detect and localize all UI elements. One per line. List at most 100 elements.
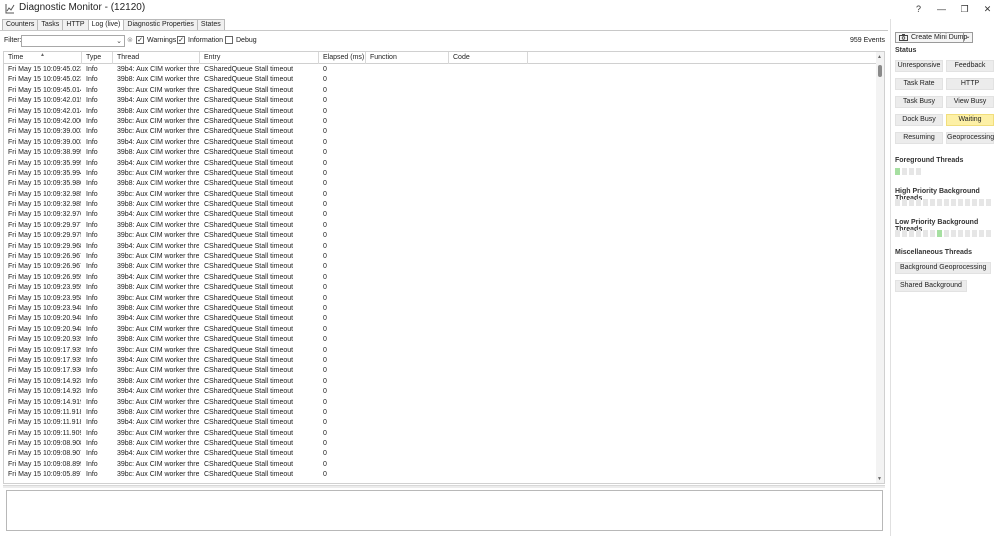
code-cell [449, 86, 527, 96]
table-row[interactable]: Fri May 15 10:09:20.948 Info 39b4: Aux CIM… [4, 314, 878, 324]
type-cell: Info [86, 325, 98, 333]
table-row[interactable]: Fri May 15 10:09:17.930 Info 39bc: Aux CIM… [4, 366, 878, 376]
scroll-down-icon[interactable]: ▼ [877, 476, 882, 482]
debug-check-box[interactable] [225, 36, 233, 44]
warnings-checkbox[interactable]: ✓ Warnings [136, 36, 176, 44]
table-row[interactable]: Fri May 15 10:09:45.023 Info 39b4: Aux CIM… [4, 65, 878, 75]
table-row[interactable]: Fri May 15 10:09:11.918 Info 39b4: Aux CIM… [4, 418, 878, 428]
table-row[interactable]: Fri May 15 10:09:39.003 Info 39bc: Aux CIM… [4, 127, 878, 137]
table-row[interactable]: Fri May 15 10:09:05.897 Info 39bc: Aux CIM… [4, 470, 878, 480]
chevron-down-icon[interactable]: ⌄ [963, 33, 972, 42]
close-button[interactable]: ✕ [976, 0, 999, 18]
information-check-box[interactable]: ✓ [177, 36, 185, 44]
table-row[interactable]: Fri May 15 10:09:26.967 Info 39bc: Aux CIM… [4, 252, 878, 262]
table-row[interactable]: Fri May 15 10:09:42.015 Info 39b4: Aux CIM… [4, 96, 878, 106]
table-row[interactable]: Fri May 15 10:09:26.959 Info 39b4: Aux CIM… [4, 273, 878, 283]
column-header-function[interactable]: Function [366, 52, 449, 64]
time-cell: Fri May 15 10:09:38.995 [8, 149, 81, 157]
column-header-entry[interactable]: Entry [200, 52, 319, 64]
table-row[interactable]: Fri May 15 10:09:45.023 Info 39b8: Aux CIM… [4, 75, 878, 85]
information-checkbox[interactable]: ✓ Information [177, 36, 223, 44]
status-view-busy-button[interactable]: View Busy [946, 96, 994, 108]
time-cell: Fri May 15 10:09:11.918 [8, 419, 81, 427]
table-row[interactable]: Fri May 15 10:09:23.958 Info 39bc: Aux CIM… [4, 294, 878, 304]
table-row[interactable]: Fri May 15 10:09:29.968 Info 39b4: Aux CIM… [4, 242, 878, 252]
table-row[interactable]: Fri May 15 10:09:32.976 Info 39b4: Aux CIM… [4, 210, 878, 220]
filter-label: Filter: [4, 37, 22, 44]
status-task-rate-button[interactable]: Task Rate [895, 78, 943, 90]
misc-threads-title: Miscellaneous Threads [895, 249, 973, 256]
table-row[interactable]: Fri May 15 10:09:35.995 Info 39b4: Aux CIM… [4, 159, 878, 169]
type-cell: Info [86, 294, 98, 302]
high-priority-thread-indicator [909, 199, 914, 206]
table-row[interactable]: Fri May 15 10:09:14.928 Info 39b8: Aux CIM… [4, 377, 878, 387]
table-row[interactable]: Fri May 15 10:09:20.948 Info 39bc: Aux CIM… [4, 325, 878, 335]
table-row[interactable]: Fri May 15 10:09:14.919 Info 39bc: Aux CIM… [4, 398, 878, 408]
time-cell: Fri May 15 10:09:45.023 [8, 66, 81, 73]
restore-button[interactable]: ❐ [953, 0, 976, 18]
status-task-busy-button[interactable]: Task Busy [895, 96, 943, 108]
elapsed-cell: 0 [323, 128, 327, 136]
debug-checkbox[interactable]: Debug [225, 36, 257, 44]
help-button[interactable]: ? [907, 0, 930, 18]
warnings-check-box[interactable]: ✓ [136, 36, 144, 44]
elapsed-cell: 0 [323, 221, 327, 229]
clear-filter-icon[interactable]: ⊗ [127, 36, 133, 44]
table-row[interactable]: Fri May 15 10:09:08.908 Info 39b8: Aux CIM… [4, 439, 878, 449]
table-row[interactable]: Fri May 15 10:09:26.967 Info 39b8: Aux CIM… [4, 262, 878, 272]
column-header-elapsed[interactable]: Elapsed (ms) [319, 52, 366, 64]
table-row[interactable]: Fri May 15 10:09:17.939 Info 39bc: Aux CIM… [4, 346, 878, 356]
shared-background-button[interactable]: Shared Background [895, 280, 967, 292]
table-row[interactable]: Fri May 15 10:09:42.006 Info 39bc: Aux CIM… [4, 117, 878, 127]
table-row[interactable]: Fri May 15 10:09:14.928 Info 39b4: Aux CIM… [4, 387, 878, 397]
table-row[interactable]: Fri May 15 10:09:38.995 Info 39b8: Aux CIM… [4, 148, 878, 158]
elapsed-cell: 0 [323, 273, 327, 281]
table-row[interactable]: Fri May 15 10:09:23.959 Info 39b8: Aux CIM… [4, 283, 878, 293]
status-waiting-button[interactable]: Waiting [946, 114, 994, 126]
time-cell: Fri May 15 10:09:17.930 [8, 367, 81, 375]
table-row[interactable]: Fri May 15 10:09:29.975 Info 39bc: Aux CIM… [4, 231, 878, 241]
table-row[interactable]: Fri May 15 10:09:39.003 Info 39b4: Aux CIM… [4, 138, 878, 148]
type-cell: Info [86, 450, 98, 458]
table-row[interactable]: Fri May 15 10:09:17.939 Info 39b4: Aux CIM… [4, 356, 878, 366]
table-row[interactable]: Fri May 15 10:09:23.948 Info 39b8: Aux CIM… [4, 304, 878, 314]
entry-cell: CSharedQueue Stall timeout [204, 190, 294, 198]
status-geoprocessing-button[interactable]: Geoprocessing [946, 132, 994, 144]
pane-splitter[interactable] [3, 485, 885, 488]
background-geoprocessing-button[interactable]: Background Geoprocessing [895, 262, 992, 274]
create-mini-dump-button[interactable]: Create Mini Dump ⌄ [895, 32, 973, 43]
table-row[interactable]: Fri May 15 10:09:11.918 Info 39b8: Aux CIM… [4, 408, 878, 418]
table-row[interactable]: Fri May 15 10:09:11.909 Info 39bc: Aux CIM… [4, 429, 878, 439]
table-row[interactable]: Fri May 15 10:09:08.907 Info 39b4: Aux CIM… [4, 449, 878, 459]
minimize-button[interactable]: — [930, 0, 953, 18]
column-header-type[interactable]: Type [82, 52, 113, 64]
type-cell: Info [86, 346, 98, 354]
table-row[interactable]: Fri May 15 10:09:32.985 Info 39b8: Aux CIM… [4, 200, 878, 210]
function-cell [366, 273, 448, 283]
status-feedback-button[interactable]: Feedback [946, 60, 994, 72]
column-header-thread[interactable]: Thread [113, 52, 200, 64]
table-row[interactable]: Fri May 15 10:09:42.014 Info 39b8: Aux CIM… [4, 107, 878, 117]
column-header-code[interactable]: Code [449, 52, 528, 64]
filter-dropdown[interactable]: ⌄ [21, 35, 125, 47]
scroll-up-icon[interactable]: ▲ [877, 54, 882, 60]
code-cell [449, 366, 527, 376]
thread-cell: 39bc: Aux CIM worker thread [117, 429, 199, 437]
function-cell [366, 107, 448, 117]
status-resuming-button[interactable]: Resuming [895, 132, 943, 144]
table-row[interactable]: Fri May 15 10:09:29.977 Info 39b8: Aux CIM… [4, 221, 878, 231]
table-row[interactable]: Fri May 15 10:09:32.985 Info 39bc: Aux CIM… [4, 190, 878, 200]
table-row[interactable]: Fri May 15 10:09:45.014 Info 39bc: Aux CIM… [4, 86, 878, 96]
table-row[interactable]: Fri May 15 10:09:35.986 Info 39b8: Aux CIM… [4, 179, 878, 189]
status-dock-busy-button[interactable]: Dock Busy [895, 114, 943, 126]
vertical-scrollbar[interactable]: ▲ ▼ [876, 52, 884, 483]
entry-cell: CSharedQueue Stall timeout [204, 450, 294, 458]
column-header-time[interactable]: ▲ Time [4, 52, 82, 64]
scrollbar-thumb[interactable] [878, 65, 882, 77]
table-row[interactable]: Fri May 15 10:09:35.994 Info 39bc: Aux CIM… [4, 169, 878, 179]
status-unresponsive-button[interactable]: Unresponsive [895, 60, 943, 72]
status-http-button[interactable]: HTTP [946, 78, 994, 90]
entry-detail-box[interactable] [6, 490, 883, 531]
table-row[interactable]: Fri May 15 10:09:20.939 Info 39b8: Aux CIM… [4, 335, 878, 345]
table-row[interactable]: Fri May 15 10:09:08.899 Info 39bc: Aux CIM… [4, 460, 878, 470]
